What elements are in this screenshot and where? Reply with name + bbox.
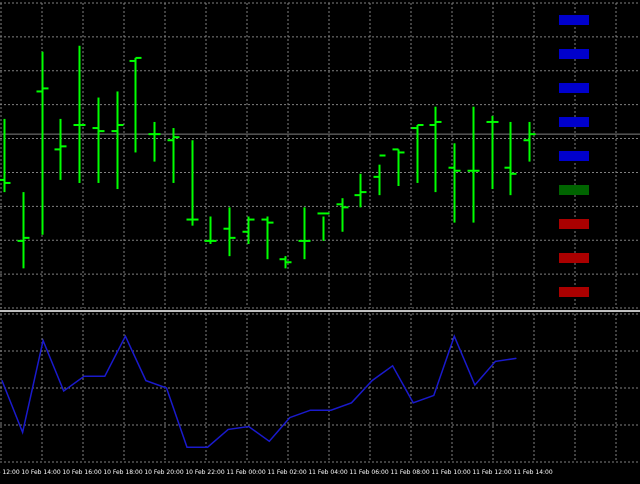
indicator-point xyxy=(474,384,476,386)
indicator-point xyxy=(104,375,106,377)
x-tick-label: 11 Feb 04:00 xyxy=(308,469,348,476)
x-tick-label: 11 Feb 02:00 xyxy=(267,469,307,476)
price-level-marker xyxy=(559,287,589,297)
x-tick-label: 10 Feb 20:00 xyxy=(144,469,184,476)
indicator-point xyxy=(207,446,209,448)
price-level-marker xyxy=(559,117,589,127)
indicator-point xyxy=(515,357,517,359)
indicator-point xyxy=(350,402,353,404)
price-level-marker xyxy=(559,15,589,25)
indicator-point xyxy=(21,431,24,433)
chart-root: 10 Feb 12:0010 Feb 14:0010 Feb 16:0010 F… xyxy=(0,0,640,480)
indicator-point xyxy=(494,360,497,362)
x-tick-label: 11 Feb 08:00 xyxy=(390,469,430,476)
x-tick-label: 10 Feb 22:00 xyxy=(185,469,225,476)
indicator-point xyxy=(83,375,85,377)
price-level-marker xyxy=(559,219,589,229)
indicator-point xyxy=(145,380,147,382)
price-level-marker xyxy=(559,151,589,161)
x-tick-label: 10 Feb 12:00 xyxy=(0,469,20,476)
x-tick-label: 10 Feb 16:00 xyxy=(62,469,102,476)
indicator-point xyxy=(412,402,414,404)
x-tick-label: 10 Feb 14:00 xyxy=(21,469,61,476)
indicator-point xyxy=(1,380,3,382)
x-tick-label: 10 Feb 18:00 xyxy=(103,469,143,476)
indicator-point xyxy=(63,390,65,392)
x-tick-label: 11 Feb 12:00 xyxy=(472,469,512,476)
price-level-marker xyxy=(559,253,589,263)
indicator-point xyxy=(186,446,188,448)
indicator-point xyxy=(227,428,229,431)
indicator-point xyxy=(330,409,332,411)
price-level-marker xyxy=(559,49,589,59)
indicator-point xyxy=(165,387,168,389)
indicator-point xyxy=(289,417,291,419)
indicator-point xyxy=(124,335,126,337)
indicator-point xyxy=(453,335,455,337)
x-tick-label: 11 Feb 10:00 xyxy=(431,469,471,476)
price-level-marker xyxy=(559,83,589,93)
indicator-point xyxy=(42,340,44,342)
indicator-point xyxy=(433,394,435,396)
x-tick-label: 11 Feb 06:00 xyxy=(349,469,389,476)
price-level-marker xyxy=(559,185,589,195)
indicator-point xyxy=(309,409,311,411)
indicator-point xyxy=(371,380,373,382)
indicator-point xyxy=(248,425,250,428)
indicator-point xyxy=(268,440,270,442)
x-tick-label: 11 Feb 14:00 xyxy=(513,469,553,476)
x-tick-label: 11 Feb 00:00 xyxy=(226,469,266,476)
indicator-point xyxy=(392,365,394,367)
chart-canvas[interactable]: 10 Feb 12:0010 Feb 14:0010 Feb 16:0010 F… xyxy=(0,0,640,480)
